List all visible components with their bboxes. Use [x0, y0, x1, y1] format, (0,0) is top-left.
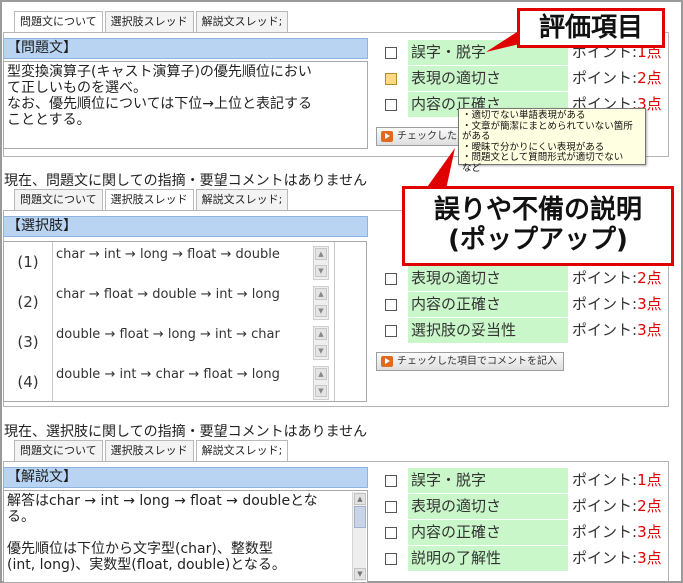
choice-text: double → float → long → int → char: [56, 327, 280, 342]
tab-bar-explanation: 問題文について 選択肢スレッド 解説文スレッド;: [14, 440, 289, 462]
choice-index: (3): [17, 333, 39, 351]
choice-item: (1) char → int → long → float → double ▲…: [4, 242, 366, 282]
criterion-label: 誤字・脱字: [408, 468, 568, 493]
criterion-row: 説明の了解性 ポイント:3点: [376, 546, 668, 572]
tab-choices[interactable]: 選択肢スレッド: [104, 440, 194, 461]
criterion-points: ポイント:2点: [572, 69, 662, 87]
criterion-row: 選択肢の妥当性 ポイント:3点: [376, 318, 668, 344]
criterion-points: ポイント:3点: [572, 549, 662, 567]
choices-list: (1) char → int → long → float → double ▲…: [3, 241, 367, 402]
tab-question[interactable]: 問題文について: [14, 11, 103, 33]
question-text: 型変換演算子(キャスト演算子)の優先順位におい て正しいものを選べ。 なお、優先…: [3, 61, 368, 149]
tab-explanation[interactable]: 解説文スレッド;: [195, 189, 289, 210]
choices-status: 現在、選択肢に関しての指摘・要望コメントはありません: [4, 424, 368, 440]
criteria-tooltip: ・適切でない単語表現がある ・文章が簡潔にまとめられていない箇所がある ・曖昧で…: [458, 108, 646, 173]
criterion-points: ポイント:1点: [572, 471, 662, 489]
criterion-label: 表現の適切さ: [408, 494, 568, 519]
choice-index: (1): [17, 253, 39, 271]
criterion-label: 内容の正確さ: [408, 292, 568, 317]
criterion-checkbox[interactable]: [385, 475, 397, 487]
tab-question[interactable]: 問題文について: [14, 440, 103, 461]
criterion-points: ポイント:3点: [572, 295, 662, 313]
criterion-row: 内容の正確さ ポイント:3点: [376, 292, 668, 318]
explanation-text: 解答はchar → int → long → float → doubleとな …: [3, 490, 368, 583]
criterion-points: ポイント:3点: [572, 321, 662, 339]
choice-text: double → int → char → float → long: [56, 367, 280, 382]
criterion-label: 説明の了解性: [408, 546, 568, 571]
criterion-checkbox[interactable]: [385, 325, 397, 337]
play-icon: [381, 131, 393, 142]
comment-button-question[interactable]: チェックした: [376, 127, 464, 146]
criterion-points: ポイント:2点: [572, 497, 662, 515]
choice-item: (3) double → float → long → int → char ▲…: [4, 322, 366, 362]
choice-text: char → float → double → int → long: [56, 287, 280, 302]
criterion-checkbox[interactable]: [385, 73, 397, 85]
criterion-checkbox[interactable]: [385, 299, 397, 311]
question-line: こととする。: [7, 112, 91, 128]
play-icon: [381, 356, 393, 367]
criterion-row: 内容の正確さ ポイント:3点: [376, 520, 668, 546]
explanation-header: 【解説文】: [3, 467, 368, 488]
criterion-checkbox[interactable]: [385, 527, 397, 539]
criterion-checkbox[interactable]: [385, 501, 397, 513]
explanation-scrollbar[interactable]: ▲ ▼: [352, 492, 366, 581]
choice-item: (4) double → int → char → float → long ▲…: [4, 362, 366, 402]
criterion-label: 選択肢の妥当性: [408, 318, 568, 343]
tab-choices[interactable]: 選択肢スレッド: [104, 189, 194, 211]
criterion-checkbox[interactable]: [385, 553, 397, 565]
tab-bar-question: 問題文について 選択肢スレッド 解説文スレッド;: [14, 11, 289, 33]
criterion-row: 表現の適切さ ポイント:2点: [376, 494, 668, 520]
criterion-checkbox[interactable]: [385, 273, 397, 285]
callout-popup: 誤りや不備の説明 (ポップアップ): [402, 186, 674, 266]
tab-explanation[interactable]: 解説文スレッド;: [195, 11, 289, 32]
criterion-points: ポイント:3点: [572, 523, 662, 541]
choice-scrollbar[interactable]: ▲ ▼: [313, 366, 329, 400]
criterion-row: 表現の適切さ ポイント:2点: [376, 66, 668, 92]
choice-scrollbar[interactable]: ▲ ▼: [313, 286, 329, 320]
explanation-criteria: 誤字・脱字 ポイント:1点 表現の適切さ ポイント:2点 内容の正確さ ポイント…: [376, 468, 668, 572]
criterion-label: 内容の正確さ: [408, 520, 568, 545]
question-status: 現在、問題文に関しての指摘・要望コメントはありません: [4, 173, 368, 189]
choice-item: (2) char → float → double → int → long ▲…: [4, 282, 366, 322]
choice-text: char → int → long → float → double: [56, 247, 280, 262]
tab-bar-choices: 問題文について 選択肢スレッド 解説文スレッド;: [14, 189, 289, 211]
choices-header: 【選択肢】: [3, 216, 368, 237]
question-line: 型変換演算子(キャスト演算子)の優先順位におい: [7, 64, 312, 80]
choice-scrollbar[interactable]: ▲ ▼: [313, 326, 329, 360]
criterion-row: 表現の適切さ ポイント:2点: [376, 266, 668, 292]
criterion-checkbox[interactable]: [385, 99, 397, 111]
comment-button-choices[interactable]: チェックした項目でコメントを記入: [376, 352, 564, 371]
criterion-points: ポイント:2点: [572, 269, 662, 287]
explanation-line: 解答はchar → int → long → float → doubleとな: [7, 493, 318, 509]
tab-explanation[interactable]: 解説文スレッド;: [195, 440, 289, 462]
question-line: て正しいものを選べ。: [7, 80, 147, 96]
choice-index: (2): [17, 293, 39, 311]
explanation-line: [7, 525, 347, 541]
question-header: 【問題文】: [3, 38, 368, 59]
criterion-row: 誤字・脱字 ポイント:1点: [376, 468, 668, 494]
tab-question[interactable]: 問題文について: [14, 189, 103, 210]
question-line: なお、優先順位については下位→上位と表記する: [7, 96, 313, 112]
criterion-checkbox[interactable]: [385, 47, 397, 59]
callout-evaluation: 評価項目: [517, 8, 665, 48]
explanation-line: る。: [7, 509, 35, 525]
choice-scrollbar[interactable]: ▲ ▼: [313, 246, 329, 280]
criterion-label: 表現の適切さ: [408, 266, 568, 291]
tab-choices[interactable]: 選択肢スレッド: [104, 11, 194, 32]
explanation-line: (int, long)、実数型(float, double)となる。: [7, 557, 286, 573]
criterion-label: 表現の適切さ: [408, 66, 568, 91]
choice-index: (4): [17, 373, 39, 391]
choices-criteria: 表現の適切さ ポイント:2点 内容の正確さ ポイント:3点 選択肢の妥当性 ポイ…: [376, 266, 668, 344]
explanation-line: 優先順位は下位から文字型(char)、整数型: [7, 541, 273, 557]
question-criteria: 誤字・脱字 ポイント:1点 表現の適切さ ポイント:2点 内容の正確さ ポイント…: [376, 40, 668, 118]
